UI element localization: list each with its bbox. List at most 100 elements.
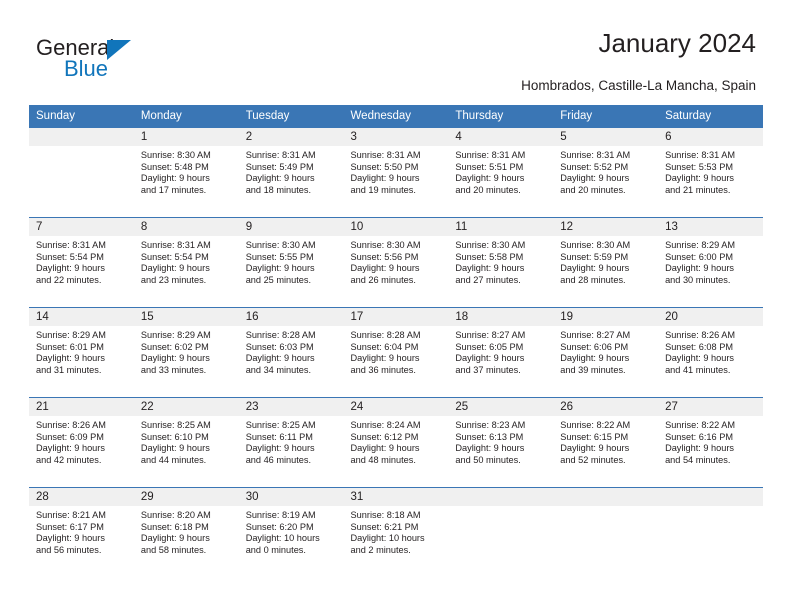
- daylight-duration-line2: and 37 minutes.: [455, 364, 521, 375]
- day-cell-content: 10 Sunrise: 8:30 AM Sunset: 5:56 PM Dayligh…: [343, 218, 449, 307]
- daylight-duration-line1: Daylight: 9 hours: [245, 443, 315, 454]
- day-cell-content: 6 Sunrise: 8:31 AM Sunset: 5:53 PM Daylight…: [658, 128, 763, 217]
- day-cell-content: 8 Sunrise: 8:31 AM Sunset: 5:54 PM Daylight…: [133, 218, 239, 307]
- logo-general-blue[interactable]: General Blue: [36, 36, 236, 92]
- day-cell-content: 31 Sunrise: 8:18 AM Sunset: 6:21 PM Dayligh…: [343, 488, 449, 580]
- day-sun-details: Sunrise: 8:30 AM Sunset: 5:48 PM Daylight:…: [134, 146, 239, 196]
- calendar-day-cell[interactable]: 14 Sunrise: 8:29 AM Sunset: 6:01 PM Dayligh…: [29, 307, 134, 398]
- day-sun-details: Sunrise: 8:31 AM Sunset: 5:49 PM Daylight:…: [239, 146, 344, 196]
- sunset-time: Sunset: 6:15 PM: [560, 431, 629, 442]
- sunset-time: Sunset: 6:21 PM: [350, 521, 419, 532]
- page-subtitle: Hombrados, Castille-La Mancha, Spain: [521, 78, 756, 93]
- calendar-day-cell[interactable]: 6 Sunrise: 8:31 AM Sunset: 5:53 PM Daylight…: [658, 127, 763, 218]
- sunrise-time: Sunrise: 8:29 AM: [36, 330, 106, 340]
- calendar-day-cell[interactable]: 5 Sunrise: 8:31 AM Sunset: 5:52 PM Daylight…: [553, 127, 659, 218]
- daylight-duration-line1: Daylight: 9 hours: [560, 353, 630, 364]
- daylight-duration-line2: and 21 minutes.: [665, 184, 731, 195]
- day-number: 11: [448, 218, 554, 236]
- calendar-day-cell[interactable]: 15 Sunrise: 8:29 AM Sunset: 6:02 PM Dayligh…: [133, 307, 239, 398]
- daylight-duration-line1: Daylight: 9 hours: [560, 263, 630, 274]
- sunrise-time: Sunrise: 8:21 AM: [36, 510, 106, 520]
- day-cell-content: 29 Sunrise: 8:20 AM Sunset: 6:18 PM Dayligh…: [133, 488, 239, 580]
- calendar-day-cell[interactable]: 12 Sunrise: 8:30 AM Sunset: 5:59 PM Dayligh…: [553, 217, 659, 308]
- day-cell-content: 25 Sunrise: 8:23 AM Sunset: 6:13 PM Dayligh…: [448, 398, 554, 487]
- calendar-day-cell[interactable]: 27 Sunrise: 8:22 AM Sunset: 6:16 PM Dayligh…: [658, 397, 763, 488]
- calendar-day-cell[interactable]: 19 Sunrise: 8:27 AM Sunset: 6:06 PM Dayligh…: [553, 307, 659, 398]
- daylight-duration-line2: and 50 minutes.: [455, 454, 521, 465]
- calendar-empty-cell: [29, 127, 134, 218]
- calendar-day-cell[interactable]: 3 Sunrise: 8:31 AM Sunset: 5:50 PM Daylight…: [343, 127, 449, 218]
- sunset-time: Sunset: 6:20 PM: [245, 521, 314, 532]
- calendar-day-cell[interactable]: 25 Sunrise: 8:23 AM Sunset: 6:13 PM Dayligh…: [448, 397, 554, 488]
- day-number: 15: [133, 308, 239, 326]
- day-number: [658, 488, 763, 506]
- sunrise-time: Sunrise: 8:20 AM: [140, 510, 211, 520]
- sunset-time: Sunset: 5:58 PM: [455, 251, 524, 262]
- calendar-day-cell[interactable]: 7 Sunrise: 8:31 AM Sunset: 5:54 PM Daylight…: [29, 217, 134, 308]
- calendar-day-cell[interactable]: 31 Sunrise: 8:18 AM Sunset: 6:21 PM Dayligh…: [343, 487, 449, 580]
- calendar-day-cell[interactable]: 11 Sunrise: 8:30 AM Sunset: 5:58 PM Dayligh…: [448, 217, 554, 308]
- day-cell-content: 7 Sunrise: 8:31 AM Sunset: 5:54 PM Daylight…: [29, 218, 134, 307]
- calendar-day-cell[interactable]: 9 Sunrise: 8:30 AM Sunset: 5:55 PM Daylight…: [238, 217, 344, 308]
- day-number: 3: [343, 128, 449, 146]
- daylight-duration-line2: and 19 minutes.: [350, 184, 416, 195]
- calendar-day-cell[interactable]: 2 Sunrise: 8:31 AM Sunset: 5:49 PM Daylight…: [238, 127, 344, 218]
- sunset-time: Sunset: 6:17 PM: [36, 521, 104, 532]
- calendar-day-cell[interactable]: 18 Sunrise: 8:27 AM Sunset: 6:05 PM Dayligh…: [448, 307, 554, 398]
- calendar-day-cell[interactable]: 13 Sunrise: 8:29 AM Sunset: 6:00 PM Dayligh…: [658, 217, 763, 308]
- sunset-time: Sunset: 6:02 PM: [140, 341, 209, 352]
- sunset-time: Sunset: 5:54 PM: [36, 251, 104, 262]
- calendar-day-cell[interactable]: 17 Sunrise: 8:28 AM Sunset: 6:04 PM Dayligh…: [343, 307, 449, 398]
- day-sun-details: [29, 146, 134, 150]
- daylight-duration-line2: and 46 minutes.: [245, 454, 312, 465]
- sunrise-time: Sunrise: 8:22 AM: [560, 420, 631, 430]
- calendar-day-cell[interactable]: 28 Sunrise: 8:21 AM Sunset: 6:17 PM Dayligh…: [29, 487, 134, 580]
- daylight-duration-line1: Daylight: 9 hours: [36, 533, 105, 544]
- calendar-day-cell[interactable]: 29 Sunrise: 8:20 AM Sunset: 6:18 PM Dayligh…: [133, 487, 239, 580]
- daylight-duration-line2: and 52 minutes.: [560, 454, 626, 465]
- day-number: 23: [238, 398, 344, 416]
- sunrise-time: Sunrise: 8:24 AM: [350, 420, 421, 430]
- calendar-day-cell[interactable]: 24 Sunrise: 8:24 AM Sunset: 6:12 PM Dayligh…: [343, 397, 449, 488]
- calendar-week-row: 1 Sunrise: 8:30 AM Sunset: 5:48 PM Daylight…: [29, 127, 763, 218]
- calendar-day-cell[interactable]: 23 Sunrise: 8:25 AM Sunset: 6:11 PM Dayligh…: [238, 397, 344, 488]
- calendar-day-cell[interactable]: 10 Sunrise: 8:30 AM Sunset: 5:56 PM Dayligh…: [343, 217, 449, 308]
- sunset-time: Sunset: 6:12 PM: [350, 431, 419, 442]
- calendar-day-cell[interactable]: 4 Sunrise: 8:31 AM Sunset: 5:51 PM Daylight…: [448, 127, 554, 218]
- day-sun-details: Sunrise: 8:31 AM Sunset: 5:52 PM Daylight:…: [553, 146, 658, 196]
- sunrise-time: Sunrise: 8:28 AM: [245, 330, 316, 340]
- sunrise-time: Sunrise: 8:27 AM: [455, 330, 526, 340]
- calendar-day-cell[interactable]: 20 Sunrise: 8:26 AM Sunset: 6:08 PM Dayligh…: [658, 307, 763, 398]
- day-number: 30: [238, 488, 344, 506]
- daylight-duration-line1: Daylight: 9 hours: [245, 173, 315, 184]
- day-sun-details: Sunrise: 8:30 AM Sunset: 5:56 PM Daylight:…: [344, 236, 449, 286]
- sunset-time: Sunset: 5:50 PM: [350, 161, 419, 172]
- day-cell-content: 14 Sunrise: 8:29 AM Sunset: 6:01 PM Dayligh…: [29, 308, 134, 397]
- calendar-day-cell[interactable]: 22 Sunrise: 8:25 AM Sunset: 6:10 PM Dayligh…: [133, 397, 239, 488]
- sunrise-time: Sunrise: 8:26 AM: [36, 420, 106, 430]
- daylight-duration-line1: Daylight: 9 hours: [140, 353, 210, 364]
- day-cell-content: 3 Sunrise: 8:31 AM Sunset: 5:50 PM Daylight…: [343, 128, 449, 217]
- calendar-week-row: 14 Sunrise: 8:29 AM Sunset: 6:01 PM Dayligh…: [29, 307, 763, 398]
- daylight-duration-line1: Daylight: 9 hours: [245, 263, 315, 274]
- day-cell-content: 11 Sunrise: 8:30 AM Sunset: 5:58 PM Dayligh…: [448, 218, 554, 307]
- calendar-day-cell[interactable]: 1 Sunrise: 8:30 AM Sunset: 5:48 PM Daylight…: [133, 127, 239, 218]
- sunset-time: Sunset: 6:13 PM: [455, 431, 524, 442]
- calendar-day-cell[interactable]: 16 Sunrise: 8:28 AM Sunset: 6:03 PM Dayligh…: [238, 307, 344, 398]
- sunrise-time: Sunrise: 8:31 AM: [560, 150, 631, 160]
- weekday-header-sunday: Sunday: [29, 105, 134, 128]
- calendar-day-cell[interactable]: 8 Sunrise: 8:31 AM Sunset: 5:54 PM Daylight…: [133, 217, 239, 308]
- sunrise-time: Sunrise: 8:31 AM: [140, 240, 211, 250]
- daylight-duration-line2: and 20 minutes.: [455, 184, 521, 195]
- daylight-duration-line1: Daylight: 9 hours: [140, 443, 210, 454]
- day-sun-details: Sunrise: 8:21 AM Sunset: 6:17 PM Daylight:…: [29, 506, 134, 556]
- sunset-time: Sunset: 5:55 PM: [245, 251, 314, 262]
- day-sun-details: Sunrise: 8:27 AM Sunset: 6:06 PM Daylight:…: [553, 326, 658, 376]
- calendar-day-cell[interactable]: 21 Sunrise: 8:26 AM Sunset: 6:09 PM Dayligh…: [29, 397, 134, 488]
- calendar-day-cell[interactable]: 26 Sunrise: 8:22 AM Sunset: 6:15 PM Dayligh…: [553, 397, 659, 488]
- day-sun-details: Sunrise: 8:19 AM Sunset: 6:20 PM Daylight:…: [239, 506, 344, 556]
- sunset-time: Sunset: 6:04 PM: [350, 341, 419, 352]
- daylight-duration-line2: and 25 minutes.: [245, 274, 312, 285]
- daylight-duration-line2: and 54 minutes.: [665, 454, 731, 465]
- calendar-day-cell[interactable]: 30 Sunrise: 8:19 AM Sunset: 6:20 PM Dayligh…: [238, 487, 344, 580]
